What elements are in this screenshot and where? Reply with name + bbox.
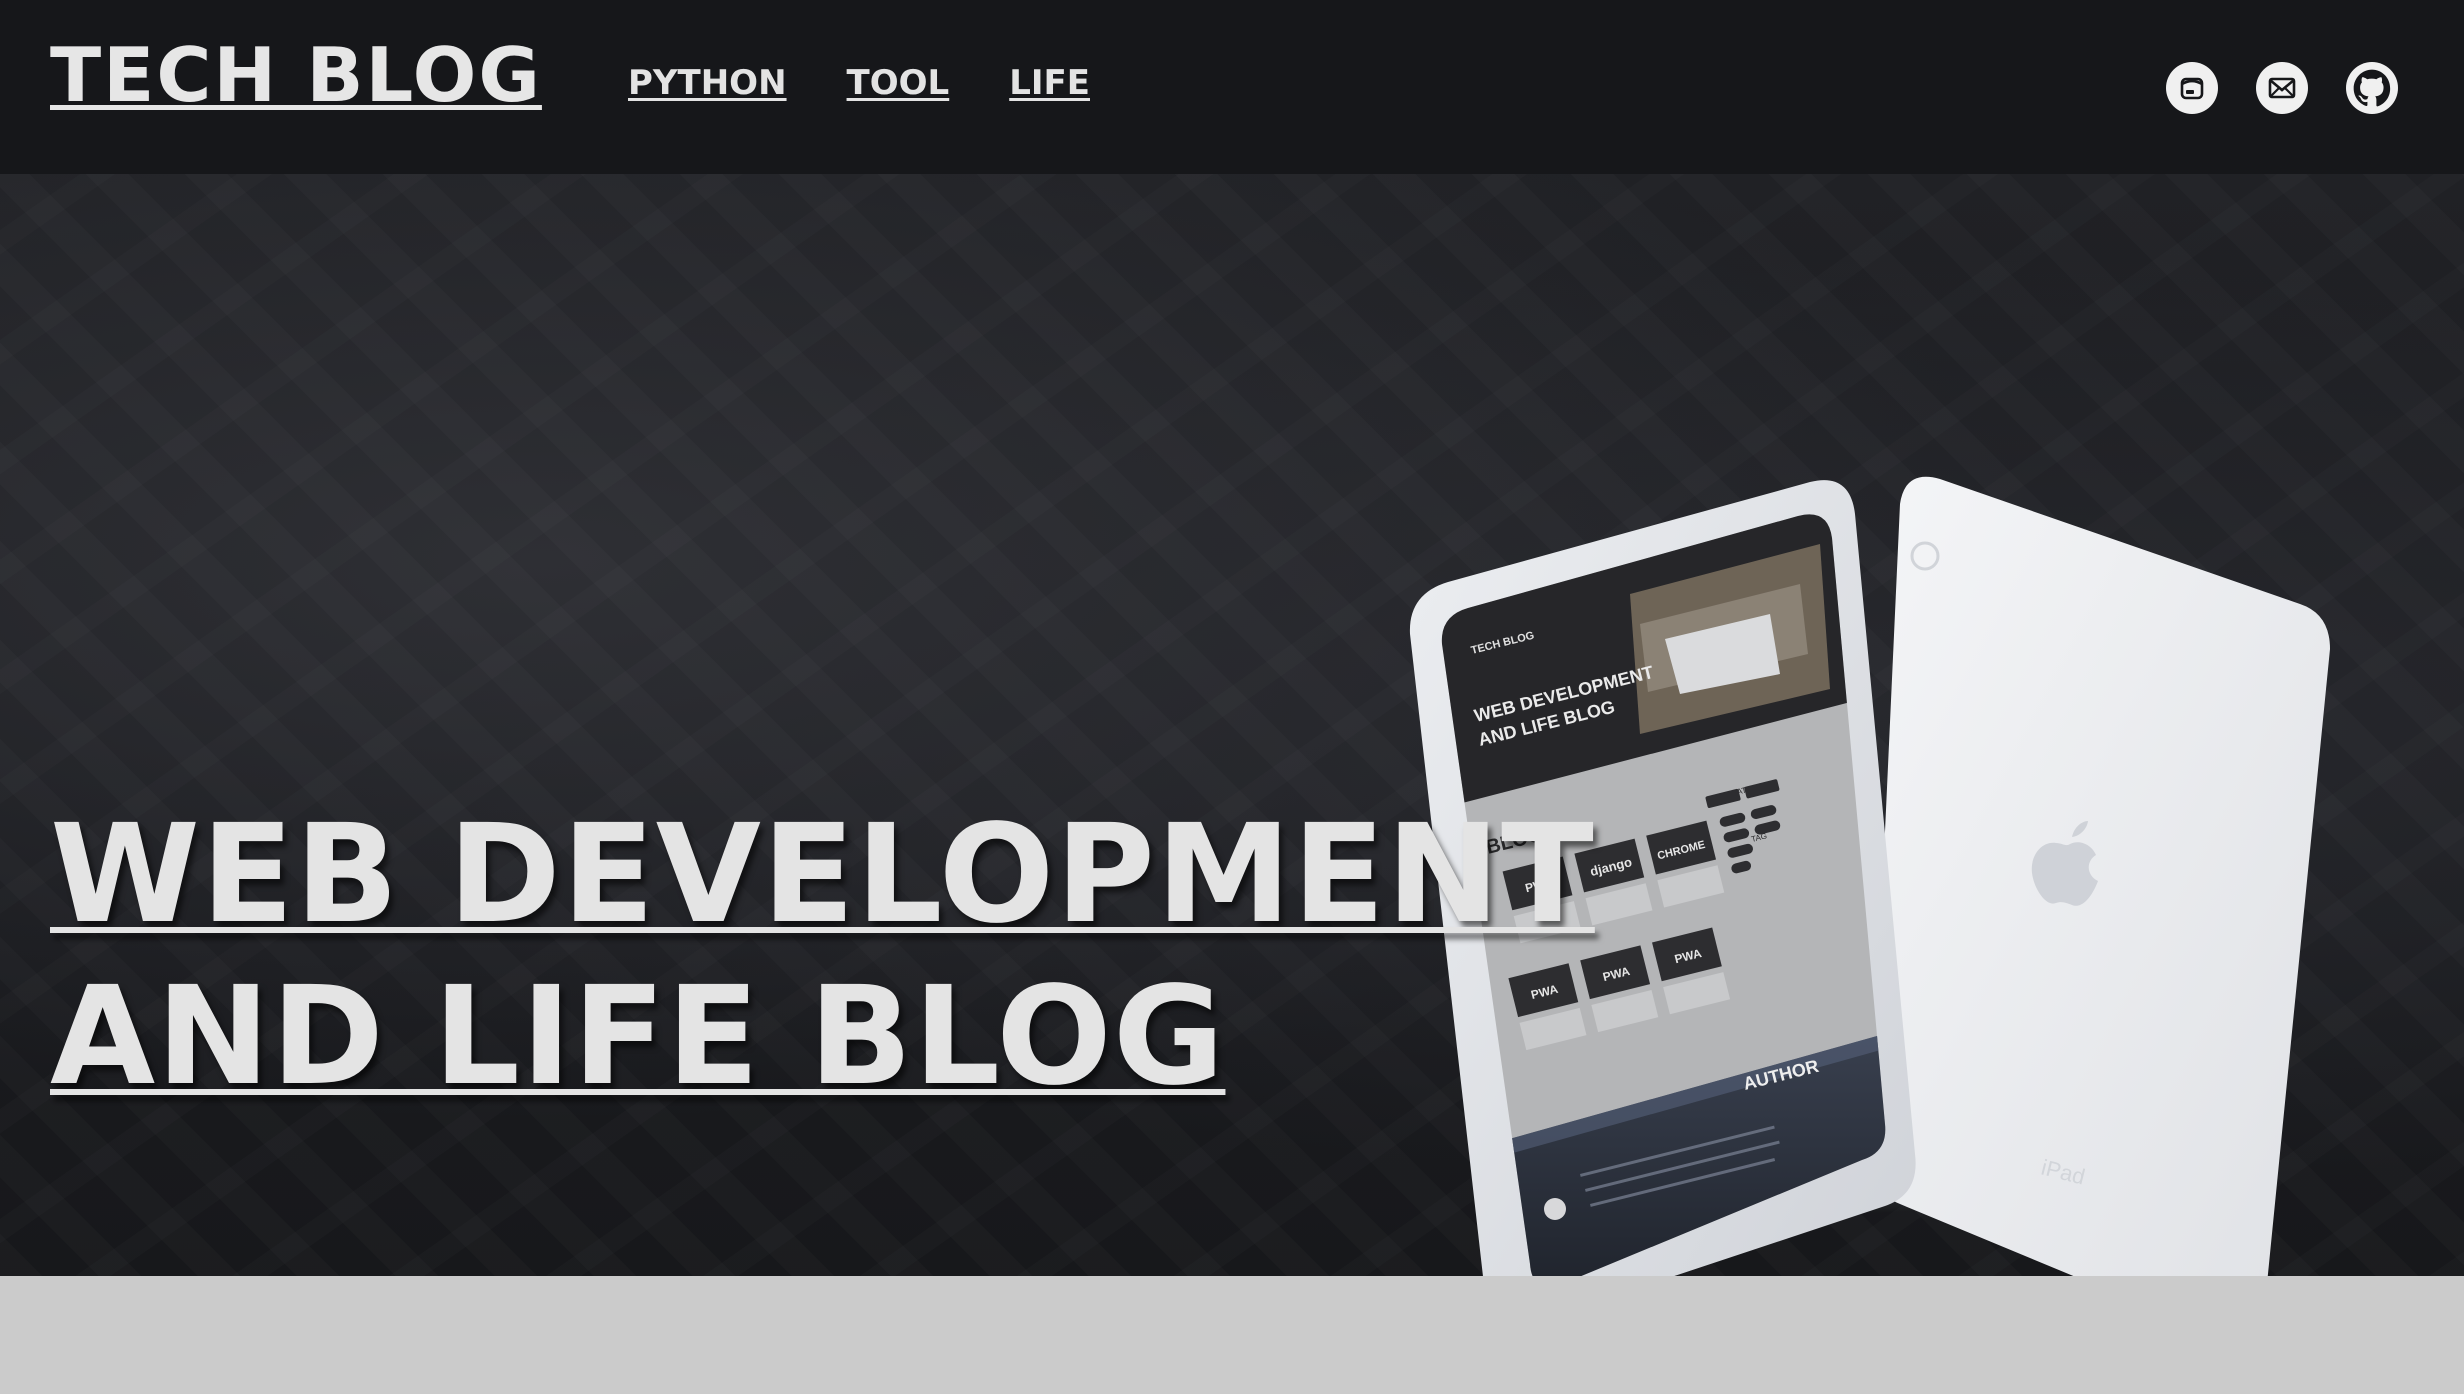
site-header: TECH BLOG PYTHON TOOL LIFE <box>0 0 2464 174</box>
mail-icon[interactable] <box>2256 62 2308 114</box>
hero-title-line1[interactable]: WEB DEVELOPMENT <box>50 794 1595 956</box>
screen-author-avatar <box>1544 1198 1566 1220</box>
hero-title-line2[interactable]: AND LIFE BLOG <box>50 956 1225 1118</box>
social-links <box>2166 62 2398 114</box>
nav-item-life[interactable]: LIFE <box>1009 66 1090 100</box>
brand-logo-link[interactable]: TECH BLOG <box>50 38 542 113</box>
hero-banner: iPad TECH BLOG WEB DEVELOPMENT AND LIFE … <box>0 174 2464 1276</box>
main-nav: PYTHON TOOL LIFE <box>628 66 1090 100</box>
hero-title: WEB DEVELOPMENT AND LIFE BLOG <box>50 794 1595 1118</box>
ipad-mockup-image: iPad TECH BLOG WEB DEVELOPMENT AND LIFE … <box>1409 476 2330 1276</box>
nav-item-python[interactable]: PYTHON <box>628 66 787 100</box>
blog-icon[interactable] <box>2166 62 2218 114</box>
content-area-placeholder <box>0 1276 2464 1394</box>
ipad-back: iPad <box>1870 476 2330 1276</box>
github-icon[interactable] <box>2346 62 2398 114</box>
nav-item-tool[interactable]: TOOL <box>847 66 950 100</box>
